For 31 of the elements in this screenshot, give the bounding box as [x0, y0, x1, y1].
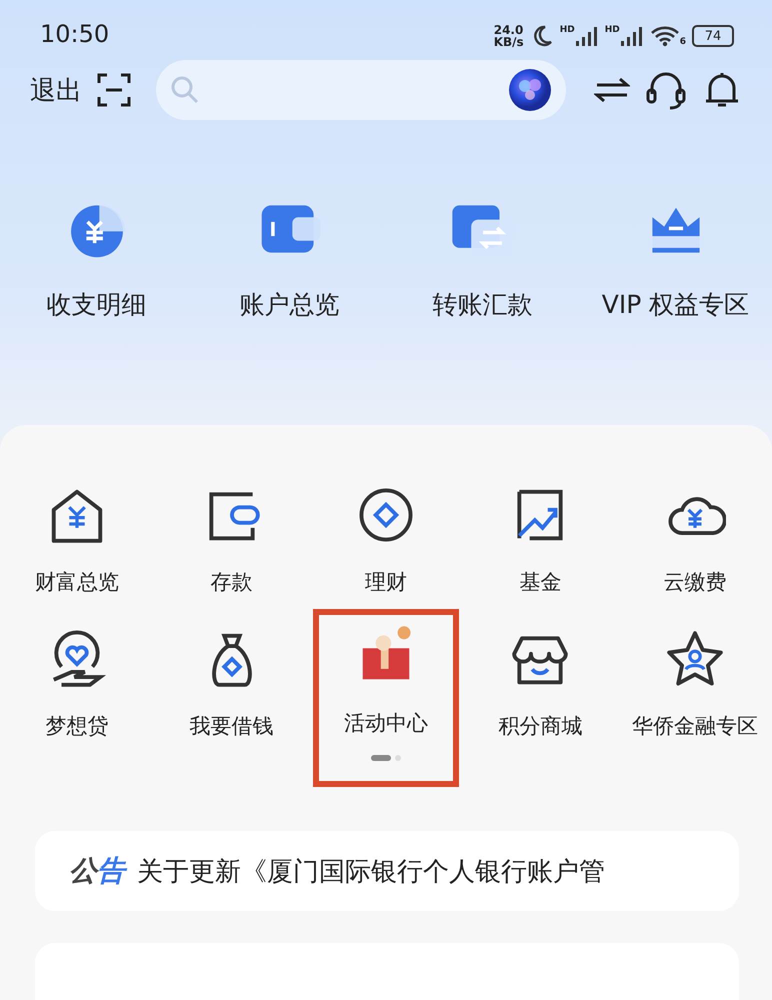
service-item[interactable]: 云缴费 — [618, 471, 772, 615]
quick-action[interactable]: VIP 权益专区 — [579, 196, 772, 321]
assistant-orb-icon[interactable] — [508, 68, 552, 112]
quick-action[interactable]: 收支明细 — [0, 196, 193, 321]
service-item[interactable]: 活动中心 — [312, 609, 460, 787]
service-item[interactable]: 财富总览 — [0, 471, 154, 615]
hd-label: HD — [604, 25, 620, 35]
service-item[interactable]: 梦想贷 — [0, 615, 154, 787]
notice-text: 关于更新《厦门国际银行个人银行账户管 — [137, 856, 605, 888]
service-item[interactable]: 我要借钱 — [154, 615, 309, 787]
search-icon — [170, 75, 200, 105]
clock-time: 10:50 — [40, 20, 110, 48]
speed-unit: KB/s — [494, 36, 524, 48]
quick-action[interactable]: 转账汇款 — [386, 196, 579, 321]
exit-button[interactable]: 退出 — [30, 72, 82, 108]
hd-label: HD — [560, 25, 575, 35]
headset-icon[interactable] — [644, 70, 688, 110]
notice-tag: 公告 — [69, 852, 125, 890]
scan-icon[interactable] — [96, 72, 132, 108]
service-item[interactable]: 存款 — [154, 471, 309, 615]
service-item[interactable]: 积分商城 — [463, 615, 618, 787]
wifi-icon — [650, 25, 680, 47]
service-item[interactable]: 基金 — [463, 471, 618, 615]
signal-icon — [574, 25, 599, 47]
network-speed: 24.0 — [494, 24, 524, 36]
notice-bar[interactable]: 公告 关于更新《厦门国际银行个人银行账户管 — [35, 831, 739, 911]
quick-action[interactable]: 账户总览 — [193, 196, 386, 321]
signal-icon — [620, 25, 644, 47]
service-item[interactable]: 华侨金融专区 — [618, 615, 772, 787]
wifi-label: 6 — [680, 37, 686, 47]
battery-indicator: 74 — [692, 25, 734, 47]
